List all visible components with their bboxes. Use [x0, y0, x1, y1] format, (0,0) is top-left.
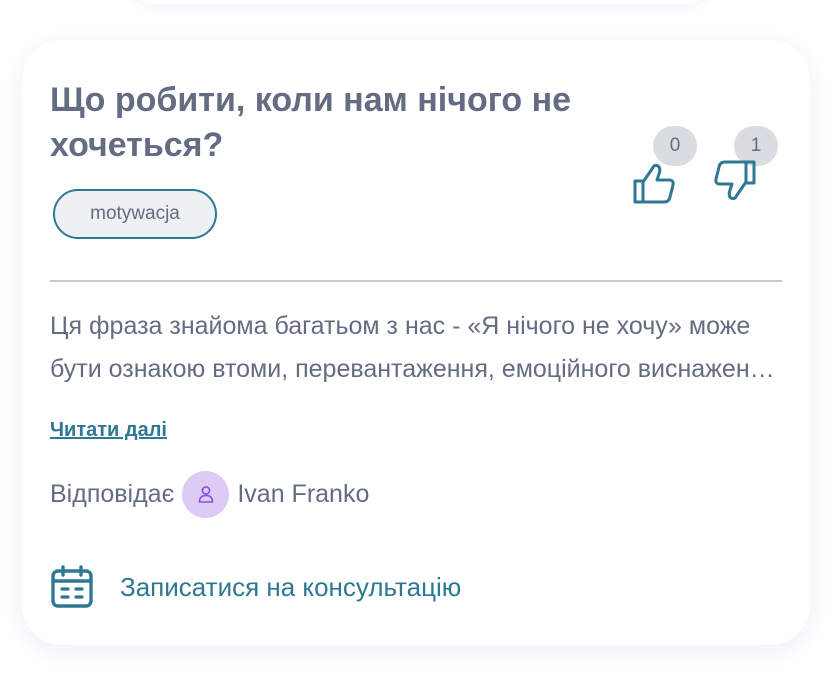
author-avatar[interactable] — [182, 470, 230, 518]
book-consultation-button[interactable]: Записатися на консультацію — [50, 564, 461, 610]
thumbs-down-icon — [714, 160, 756, 201]
thumbs-up-icon — [633, 163, 675, 204]
divider — [50, 280, 782, 282]
book-consultation-label: Записатися на консультацію — [120, 571, 462, 602]
read-more-link[interactable]: Читати далі — [50, 419, 167, 442]
question-excerpt: Ця фраза знайома багатьом з нас - «Я ніч… — [50, 312, 777, 383]
question-title[interactable]: Що робити, коли нам нічого не хочеться? — [50, 78, 630, 168]
user-icon — [198, 486, 214, 503]
answered-by-label: Відповідає — [50, 479, 175, 508]
previous-card-edge — [130, 0, 710, 4]
dislike-button[interactable]: 1 — [710, 126, 778, 206]
question-card: Що робити, коли нам нічого не хочеться? … — [22, 40, 810, 645]
calendar-icon — [51, 565, 93, 608]
like-button[interactable]: 0 — [631, 126, 697, 206]
tag-chip[interactable]: motywacja — [53, 189, 217, 239]
answered-by-row: Відповідає Ivan Franko — [50, 470, 369, 518]
author-name[interactable]: Ivan Franko — [237, 480, 369, 509]
